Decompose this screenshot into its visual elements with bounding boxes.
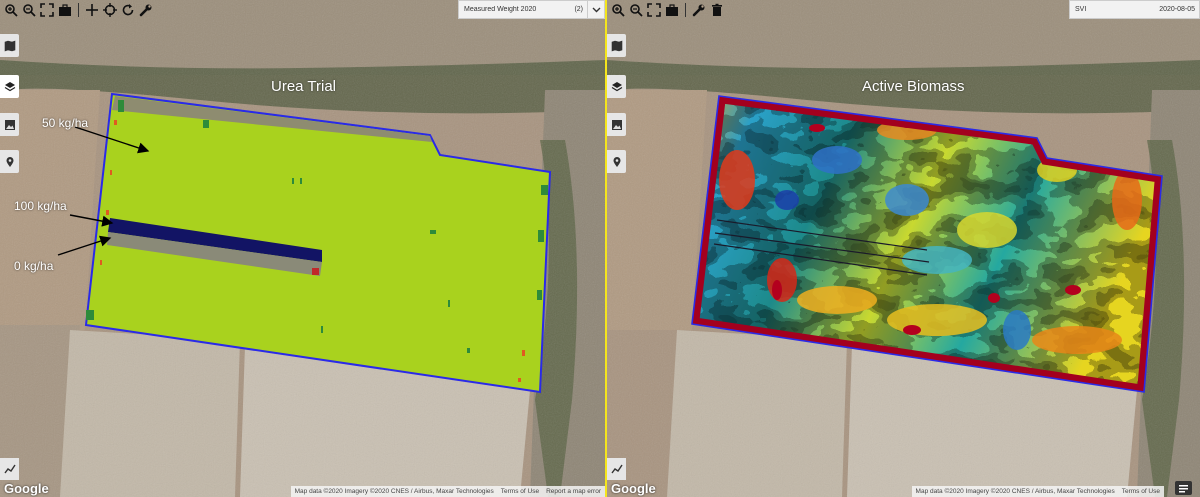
layers-icon[interactable] <box>607 75 626 98</box>
feedback-icon[interactable] <box>1175 481 1192 495</box>
image-icon[interactable] <box>607 113 626 136</box>
strip-end-marker <box>312 268 319 275</box>
left-map-panel[interactable]: Measured Weight 2020 (2) Urea Trial 50 k… <box>0 0 605 497</box>
layers-icon[interactable] <box>0 75 19 98</box>
briefcase-icon[interactable] <box>57 2 73 18</box>
crosshair-plus-icon[interactable] <box>84 2 100 18</box>
layer-select-label: Measured Weight 2020 <box>464 6 537 13</box>
map-data-text: Map data ©2020 Imagery ©2020 CNES / Airb… <box>294 488 494 495</box>
terms-link[interactable]: Terms of Use <box>1122 488 1160 495</box>
rate-label-0: 0 kg/ha <box>14 259 54 273</box>
trash-icon[interactable] <box>709 2 725 18</box>
chevron-down-icon[interactable] <box>587 1 604 18</box>
terms-link[interactable]: Terms of Use <box>501 488 539 495</box>
zoom-out-icon[interactable] <box>628 2 644 18</box>
map-data-text: Map data ©2020 Imagery ©2020 CNES / Airb… <box>915 488 1115 495</box>
google-logo: Google <box>611 481 656 496</box>
chart-icon[interactable] <box>0 458 19 480</box>
target-icon[interactable] <box>102 2 118 18</box>
fullscreen-icon[interactable] <box>39 2 55 18</box>
right-map-panel[interactable]: SVI 2020-08-05 Active Biomass Google Map… <box>607 0 1200 497</box>
layer-select-label: SVI <box>1075 6 1087 13</box>
right-layer-select[interactable]: SVI 2020-08-05 <box>1069 0 1200 19</box>
wrench-icon[interactable] <box>691 2 707 18</box>
briefcase-icon[interactable] <box>664 2 680 18</box>
toolbar-separator <box>78 3 79 17</box>
report-map-error-link[interactable]: Report a map error <box>546 488 601 495</box>
split-map-screen: Measured Weight 2020 (2) Urea Trial 50 k… <box>0 0 1200 497</box>
zoom-in-icon[interactable] <box>3 2 19 18</box>
pin-icon[interactable] <box>607 150 626 173</box>
google-logo: Google <box>4 481 49 496</box>
right-toolbar <box>607 0 725 20</box>
right-map-title: Active Biomass <box>862 78 965 95</box>
zoom-out-icon[interactable] <box>21 2 37 18</box>
toolbar-separator <box>685 3 686 17</box>
left-toolbar <box>0 0 154 20</box>
right-attribution-bar: Map data ©2020 Imagery ©2020 CNES / Airb… <box>911 486 1164 497</box>
map-icon[interactable] <box>607 34 626 57</box>
wrench-icon[interactable] <box>138 2 154 18</box>
layer-count: (2) <box>574 6 583 13</box>
map-icon[interactable] <box>0 34 19 57</box>
left-map-title: Urea Trial <box>271 78 337 95</box>
fullscreen-icon[interactable] <box>646 2 662 18</box>
image-icon[interactable] <box>0 113 19 136</box>
rate-label-50: 50 kg/ha <box>42 116 89 130</box>
rate-label-100: 100 kg/ha <box>14 199 67 213</box>
left-map-canvas[interactable] <box>0 0 605 497</box>
zoom-in-icon[interactable] <box>610 2 626 18</box>
refresh-icon[interactable] <box>120 2 136 18</box>
right-map-canvas[interactable] <box>607 0 1200 497</box>
left-layer-select[interactable]: Measured Weight 2020 (2) <box>458 0 605 19</box>
layer-date: 2020-08-05 <box>1159 6 1195 13</box>
pin-icon[interactable] <box>0 150 19 173</box>
left-attribution-bar: Map data ©2020 Imagery ©2020 CNES / Airb… <box>290 486 605 497</box>
chart-icon[interactable] <box>607 458 626 480</box>
